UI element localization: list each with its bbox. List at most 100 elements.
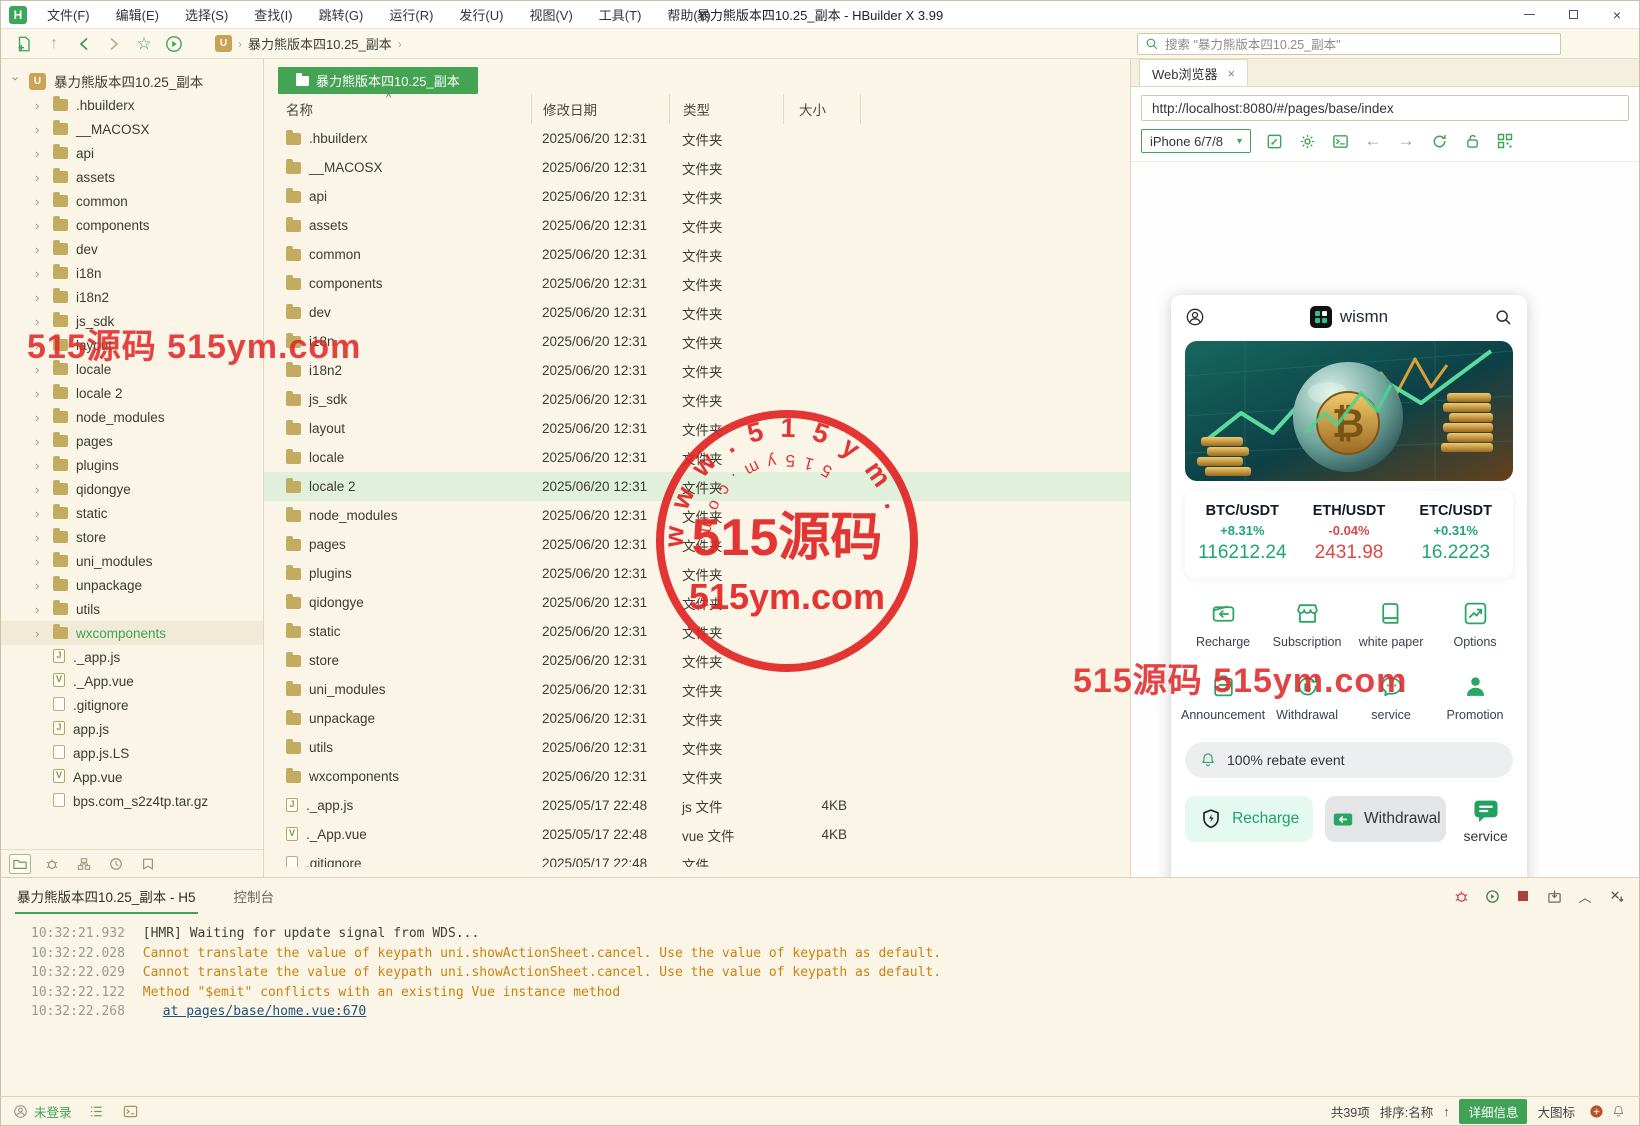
explorer-row[interactable]: dev 2025/06/20 12:31 文件夹	[264, 298, 1130, 327]
withdrawal-button[interactable]: Withdrawal	[1325, 796, 1446, 842]
explorer-row[interactable]: pages 2025/06/20 12:31 文件夹	[264, 530, 1130, 559]
sidebar-tree-item[interactable]: › wxcomponents	[1, 621, 263, 645]
run-icon[interactable]	[159, 32, 189, 56]
minimize-button[interactable]	[1507, 1, 1551, 28]
explorer-row[interactable]: .gitignore 2025/05/17 22:48 文件	[264, 849, 1130, 867]
column-type[interactable]: 类型	[669, 94, 783, 124]
notice-bar[interactable]: 100% rebate event	[1185, 742, 1513, 778]
panel-marker-icon[interactable]	[137, 854, 159, 874]
export-log-icon[interactable]	[1545, 887, 1563, 905]
column-date[interactable]: 修改日期	[531, 94, 669, 124]
column-name[interactable]: 名称 ^	[264, 99, 531, 119]
explorer-row[interactable]: i18n 2025/06/20 12:31 文件夹	[264, 327, 1130, 356]
forward-arrow-icon[interactable]: →	[1396, 131, 1416, 151]
ticker[interactable]: BTC/USDT +8.31% 116212.24	[1189, 503, 1296, 564]
console-icon[interactable]	[1330, 131, 1350, 151]
explorer-row[interactable]: ._App.vue 2025/05/17 22:48 vue 文件 4KB	[264, 820, 1130, 849]
explorer-row[interactable]: layout 2025/06/20 12:31 文件夹	[264, 414, 1130, 443]
refresh-icon[interactable]	[1429, 131, 1449, 151]
sidebar-tree-item[interactable]: › locale	[1, 357, 263, 381]
sidebar-tree-item[interactable]: App.vue	[1, 765, 263, 789]
explorer-row[interactable]: i18n2 2025/06/20 12:31 文件夹	[264, 356, 1130, 385]
task-list-icon[interactable]	[88, 1103, 106, 1121]
app-menu-item[interactable]: service	[1349, 673, 1433, 722]
sidebar-tree-item[interactable]: › uni_modules	[1, 549, 263, 573]
back-icon[interactable]	[69, 32, 99, 56]
sidebar-tree-item[interactable]: app.js	[1, 717, 263, 741]
sidebar-tree-item[interactable]: › node_modules	[1, 405, 263, 429]
explorer-row[interactable]: .hbuilderx 2025/06/20 12:31 文件夹	[264, 124, 1130, 153]
ticker[interactable]: ETC/USDT +0.31% 16.2223	[1402, 503, 1509, 564]
menu-bar-item[interactable]: 编辑(E)	[104, 1, 171, 28]
explorer-row[interactable]: store 2025/06/20 12:31 文件夹	[264, 646, 1130, 675]
explorer-row[interactable]: __MACOSX 2025/06/20 12:31 文件夹	[264, 153, 1130, 182]
url-input[interactable]: http://localhost:8080/#/pages/base/index	[1141, 95, 1629, 121]
column-size[interactable]: 大小	[783, 94, 861, 124]
profile-icon[interactable]	[1185, 307, 1205, 327]
app-menu-item[interactable]: Subscription	[1265, 600, 1349, 649]
explorer-row[interactable]: api 2025/06/20 12:31 文件夹	[264, 182, 1130, 211]
search-icon[interactable]	[1493, 307, 1513, 327]
explorer-row[interactable]: js_sdk 2025/06/20 12:31 文件夹	[264, 385, 1130, 414]
explorer-row[interactable]: assets 2025/06/20 12:31 文件夹	[264, 211, 1130, 240]
webview-tab[interactable]: Web浏览器 ×	[1139, 59, 1248, 86]
sidebar-tree-item[interactable]: › common	[1, 189, 263, 213]
console-tab-secondary[interactable]: 控制台	[234, 886, 275, 906]
sidebar-tree-item[interactable]: › utils	[1, 597, 263, 621]
settings-gear-icon[interactable]	[1297, 131, 1317, 151]
sidebar-tree-item[interactable]: › static	[1, 501, 263, 525]
explorer-row[interactable]: qidongye 2025/06/20 12:31 文件夹	[264, 588, 1130, 617]
device-select[interactable]: iPhone 6/7/8▾	[1141, 129, 1251, 153]
explorer-active-tab[interactable]: 暴力熊版本四10.25_副本	[278, 67, 478, 94]
menu-bar-item[interactable]: 文件(F)	[35, 1, 102, 28]
service-float-button[interactable]: service	[1458, 796, 1513, 844]
breadcrumb-project[interactable]: 暴力熊版本四10.25_副本	[248, 34, 392, 53]
notification-bell-icon[interactable]	[1609, 1103, 1627, 1121]
sidebar-tree-item[interactable]: › assets	[1, 165, 263, 189]
sidebar-tree-item[interactable]: › locale 2	[1, 381, 263, 405]
collapse-panel-icon[interactable]: ︿	[1576, 887, 1594, 905]
panel-structure-icon[interactable]	[73, 854, 95, 874]
menu-bar-item[interactable]: 查找(I)	[242, 1, 304, 28]
explorer-row[interactable]: common 2025/06/20 12:31 文件夹	[264, 240, 1130, 269]
menu-bar-item[interactable]: 选择(S)	[173, 1, 240, 28]
sidebar-tree-item[interactable]: ._App.vue	[1, 669, 263, 693]
menu-bar-item[interactable]: 跳转(G)	[307, 1, 376, 28]
clear-log-icon[interactable]	[1607, 887, 1625, 905]
breadcrumb[interactable]: U › 暴力熊版本四10.25_副本 ›	[215, 34, 402, 53]
sidebar-tree-item[interactable]: › qidongye	[1, 477, 263, 501]
sidebar-tree-item[interactable]: .gitignore	[1, 693, 263, 717]
new-file-icon[interactable]	[9, 32, 39, 56]
app-menu-item[interactable]: Recharge	[1181, 600, 1265, 649]
sort-label[interactable]: 排序:名称	[1380, 1102, 1433, 1121]
sidebar-tree-item[interactable]: › components	[1, 213, 263, 237]
sidebar-tree-item[interactable]: › __MACOSX	[1, 117, 263, 141]
sidebar-tree-item[interactable]: › layout	[1, 333, 263, 357]
back-arrow-icon[interactable]: ←	[1363, 131, 1383, 151]
explorer-row[interactable]: ._app.js 2025/05/17 22:48 js 文件 4KB	[264, 791, 1130, 820]
open-external-icon[interactable]	[1264, 131, 1284, 151]
console-tab-active[interactable]: 暴力熊版本四10.25_副本 - H5	[15, 878, 198, 914]
menu-bar-item[interactable]: 发行(U)	[447, 1, 515, 28]
app-menu-item[interactable]: Announcement	[1181, 673, 1265, 722]
terminal-icon[interactable]	[122, 1103, 140, 1121]
app-menu-item[interactable]: Promotion	[1433, 673, 1517, 722]
login-status[interactable]: 未登录	[13, 1102, 72, 1121]
explorer-row[interactable]: uni_modules 2025/06/20 12:31 文件夹	[264, 675, 1130, 704]
detail-view-button[interactable]: 详细信息	[1459, 1099, 1527, 1124]
panel-history-icon[interactable]	[105, 854, 127, 874]
sidebar-tree-item[interactable]: › store	[1, 525, 263, 549]
favorite-star-icon[interactable]: ☆	[129, 32, 159, 56]
global-search-input[interactable]: 搜索 "暴力熊版本四10.25_副本"	[1137, 33, 1561, 55]
explorer-row[interactable]: static 2025/06/20 12:31 文件夹	[264, 617, 1130, 646]
ticker[interactable]: ETH/USDT -0.04% 2431.98	[1296, 503, 1403, 564]
promo-red-icon[interactable]	[1587, 1103, 1605, 1121]
explorer-row[interactable]: unpackage 2025/06/20 12:31 文件夹	[264, 704, 1130, 733]
sort-direction[interactable]: ↑	[1443, 1105, 1449, 1119]
menu-bar-item[interactable]: 帮助(Y)	[655, 1, 722, 28]
panel-bug-icon[interactable]	[41, 854, 63, 874]
close-button[interactable]: ×	[1595, 1, 1639, 28]
large-icon-view-button[interactable]: 大图标	[1537, 1102, 1575, 1121]
sidebar-tree-item[interactable]: app.js.LS	[1, 741, 263, 765]
qrcode-icon[interactable]	[1495, 131, 1515, 151]
